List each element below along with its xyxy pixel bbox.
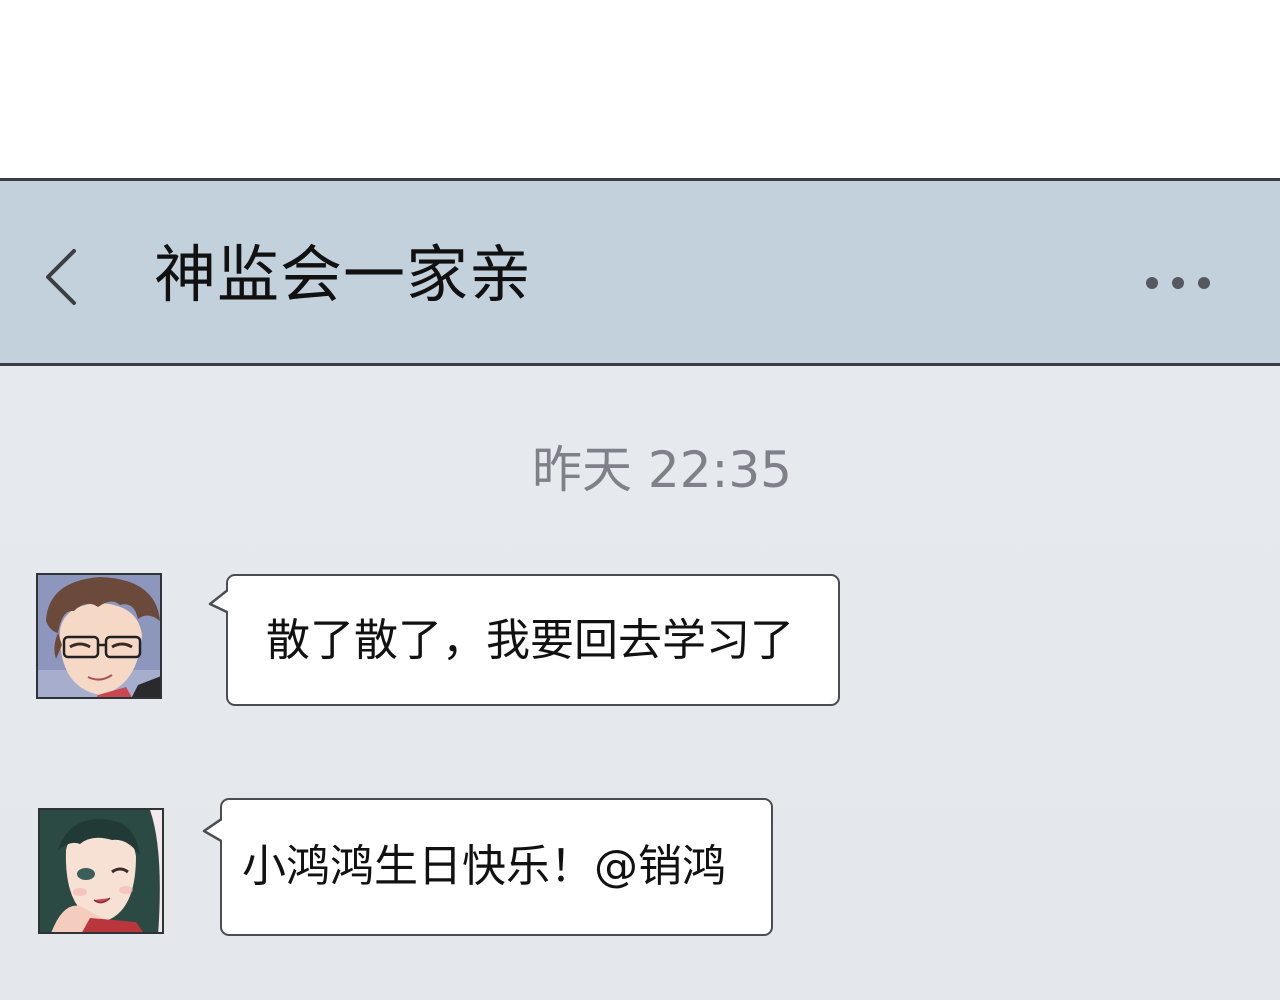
- message-bubble[interactable]: 散了散了，我要回去学习了: [208, 574, 840, 706]
- bubble-tail: [208, 588, 228, 614]
- bubble-tail: [202, 817, 222, 843]
- top-blank-area: [0, 0, 1280, 178]
- chevron-left-icon[interactable]: [40, 247, 88, 307]
- more-horizontal-icon[interactable]: [1142, 271, 1218, 295]
- avatar[interactable]: [38, 808, 164, 934]
- message-text: 散了散了，我要回去学习了: [266, 615, 794, 666]
- avatar[interactable]: [36, 573, 162, 699]
- message-bubble[interactable]: 小鸿鸿生日快乐！@销鸿: [202, 798, 773, 936]
- avatar-girl-winking-image: [40, 810, 162, 932]
- chat-screen: 神监会一家亲 昨天 22:35 散了散了，我要回去学习了 小鸿鸿生日快乐！@销鸿: [0, 0, 1280, 1000]
- avatar-boy-with-glasses-image: [38, 575, 160, 697]
- message-text: 小鸿鸿生日快乐！@销鸿: [242, 841, 726, 892]
- chat-title: 神监会一家亲: [154, 238, 533, 311]
- message-timestamp: 昨天 22:35: [532, 441, 792, 499]
- chat-header: 神监会一家亲: [0, 178, 1280, 366]
